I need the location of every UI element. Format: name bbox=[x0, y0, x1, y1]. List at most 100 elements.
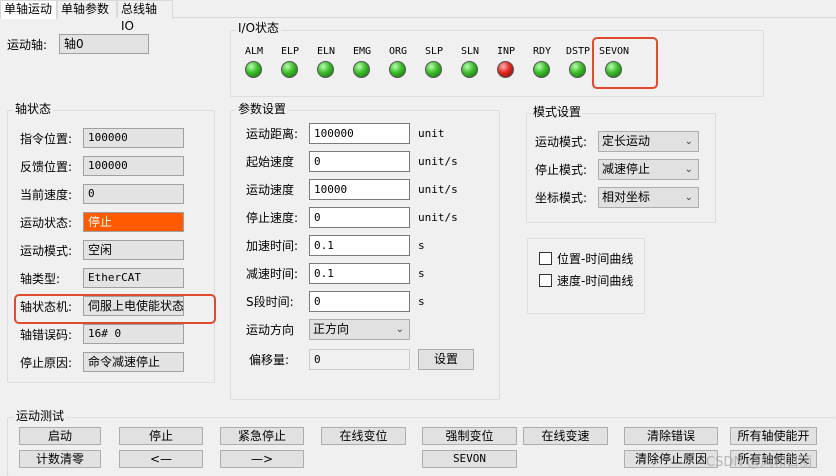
axis-status-value: 空闲 bbox=[83, 240, 184, 260]
jog-positive-button[interactable]: —> bbox=[220, 450, 304, 468]
watermark: CSDN @风和日丽 bbox=[706, 455, 813, 470]
motion-mode-value: 定长运动 bbox=[602, 134, 651, 148]
io-label-rdy: RDY bbox=[532, 46, 552, 57]
tab-single-axis-params[interactable]: 单轴参数 bbox=[57, 0, 117, 18]
s-time-input[interactable]: 0 bbox=[309, 291, 410, 312]
enable-all-axes-button[interactable]: 所有轴使能开 bbox=[730, 427, 817, 445]
axis-status-value: 16# 0 bbox=[83, 324, 184, 344]
run-speed-unit: unit/s bbox=[418, 183, 458, 196]
pos-time-checkbox[interactable] bbox=[539, 252, 552, 265]
stop-mode-label: 停止模式: bbox=[535, 163, 588, 177]
accel-time-unit: s bbox=[418, 239, 425, 252]
run-speed-label: 运动速度 bbox=[246, 183, 295, 197]
stop-button[interactable]: 停止 bbox=[119, 427, 203, 445]
clear-error-button[interactable]: 清除错误 bbox=[624, 427, 718, 445]
io-led-org-icon bbox=[389, 61, 406, 78]
decel-time-input[interactable]: 0.1 bbox=[309, 263, 410, 284]
accel-time-input[interactable]: 0.1 bbox=[309, 235, 410, 256]
chevron-down-icon: ⌄ bbox=[684, 136, 693, 147]
io-led-slp-icon bbox=[425, 61, 442, 78]
offset-set-button[interactable]: 设置 bbox=[418, 349, 474, 370]
axis-status-label: 指令位置: bbox=[20, 132, 73, 146]
speed-time-checkbox[interactable] bbox=[539, 274, 552, 287]
chevron-down-icon: ⌄ bbox=[684, 164, 693, 175]
axis-status-title: 轴状态 bbox=[13, 102, 54, 116]
speed-time-label: 速度-时间曲线 bbox=[557, 274, 634, 288]
pos-time-label: 位置-时间曲线 bbox=[557, 252, 634, 266]
stop-mode-select[interactable]: 减速停止 ⌄ bbox=[598, 159, 699, 180]
axis-status-value: 命令减速停止 bbox=[83, 352, 184, 372]
direction-label: 运动方向 bbox=[246, 323, 295, 337]
coord-mode-value: 相对坐标 bbox=[602, 190, 651, 204]
io-led-inp-icon bbox=[497, 61, 514, 78]
stop-speed-input[interactable]: 0 bbox=[309, 207, 410, 228]
axis-status-label: 轴错误码: bbox=[20, 328, 73, 342]
axis-status-value: 停止 bbox=[83, 212, 184, 232]
sevon-highlight bbox=[592, 37, 658, 89]
motion-mode-select[interactable]: 定长运动 ⌄ bbox=[598, 131, 699, 152]
coord-mode-label: 坐标模式: bbox=[535, 191, 588, 205]
emergency-stop-button[interactable]: 紧急停止 bbox=[220, 427, 304, 445]
stop-speed-label: 停止速度: bbox=[246, 211, 299, 225]
params-title: 参数设置 bbox=[236, 102, 289, 116]
io-led-dstp-icon bbox=[569, 61, 586, 78]
motion-test-title: 运动测试 bbox=[14, 409, 67, 423]
motion-mode-label: 运动模式: bbox=[535, 135, 588, 149]
stop-speed-unit: unit/s bbox=[418, 211, 458, 224]
jog-negative-button[interactable]: <— bbox=[119, 450, 203, 468]
decel-time-label: 减速时间: bbox=[246, 267, 299, 281]
mode-title: 模式设置 bbox=[531, 105, 584, 119]
io-led-eln-icon bbox=[317, 61, 334, 78]
start-speed-input[interactable]: 0 bbox=[309, 151, 410, 172]
axis-status-value: EtherCAT bbox=[83, 268, 184, 288]
axis-status-label: 停止原因: bbox=[20, 356, 73, 370]
direction-select-value: 正方向 bbox=[313, 322, 350, 336]
reset-count-button[interactable]: 计数清零 bbox=[19, 450, 101, 468]
io-label-inp: INP bbox=[496, 46, 516, 57]
io-led-rdy-icon bbox=[533, 61, 550, 78]
s-time-label: S段时间: bbox=[246, 295, 294, 309]
start-speed-unit: unit/s bbox=[418, 155, 458, 168]
io-led-alm-icon bbox=[245, 61, 262, 78]
chevron-down-icon: ⌄ bbox=[684, 192, 693, 203]
s-time-unit: s bbox=[418, 295, 425, 308]
online-position-change-button[interactable]: 在线变位 bbox=[321, 427, 406, 445]
direction-select[interactable]: 正方向 ⌄ bbox=[309, 319, 410, 340]
run-speed-input[interactable]: 10000 bbox=[309, 179, 410, 200]
stop-mode-value: 减速停止 bbox=[602, 162, 651, 176]
io-led-sln-icon bbox=[461, 61, 478, 78]
axis-status-value: 100000 bbox=[83, 156, 184, 176]
axis-select-field[interactable]: 轴0 bbox=[59, 34, 149, 54]
axis-status-label: 反馈位置: bbox=[20, 160, 73, 174]
sevon-button[interactable]: SEVON bbox=[422, 450, 517, 468]
axis-status-value: 0 bbox=[83, 184, 184, 204]
axis-status-label: 轴类型: bbox=[20, 272, 61, 286]
start-button[interactable]: 启动 bbox=[19, 427, 101, 445]
tab-bar: 单轴运动 单轴参数 总线轴IO bbox=[0, 0, 836, 33]
io-label-sln: SLN bbox=[460, 46, 480, 57]
io-label-eln: ELN bbox=[316, 46, 336, 57]
offset-label: 偏移量: bbox=[249, 353, 290, 367]
io-label-org: ORG bbox=[388, 46, 408, 57]
axis-status-label: 运动模式: bbox=[20, 244, 73, 258]
tab-single-axis-motion[interactable]: 单轴运动 bbox=[0, 0, 57, 19]
coord-mode-select[interactable]: 相对坐标 ⌄ bbox=[598, 187, 699, 208]
io-label-elp: ELP bbox=[280, 46, 300, 57]
tab-bus-axis-io[interactable]: 总线轴IO bbox=[117, 0, 173, 33]
online-speed-change-button[interactable]: 在线变速 bbox=[523, 427, 608, 445]
io-status-title: I/O状态 bbox=[236, 21, 282, 35]
distance-input[interactable]: 100000 bbox=[309, 123, 410, 144]
offset-input[interactable]: 0 bbox=[309, 349, 410, 370]
io-led-emg-icon bbox=[353, 61, 370, 78]
clear-stop-reason-button[interactable]: 清除停止原因 bbox=[624, 450, 718, 468]
chevron-down-icon: ⌄ bbox=[395, 324, 404, 335]
start-speed-label: 起始速度 bbox=[246, 155, 295, 169]
io-label-slp: SLP bbox=[424, 46, 444, 57]
axis-status-label: 当前速度: bbox=[20, 188, 73, 202]
forced-position-change-button[interactable]: 强制变位 bbox=[422, 427, 517, 445]
io-label-emg: EMG bbox=[352, 46, 372, 57]
io-label-alm: ALM bbox=[244, 46, 264, 57]
io-led-elp-icon bbox=[281, 61, 298, 78]
axis-status-label: 运动状态: bbox=[20, 216, 73, 230]
distance-unit: unit bbox=[418, 127, 445, 140]
